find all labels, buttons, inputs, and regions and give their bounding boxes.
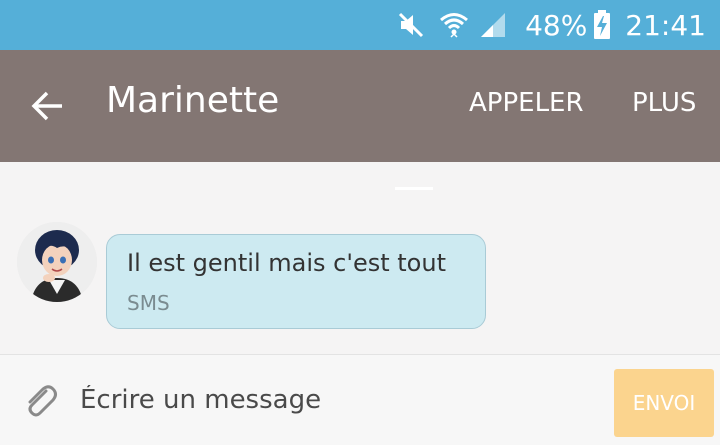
clock: 21:41 bbox=[625, 8, 706, 42]
wifi-icon bbox=[439, 10, 469, 40]
arrow-left-icon bbox=[30, 88, 66, 128]
more-button[interactable]: PLUS bbox=[632, 88, 696, 118]
signal-icon bbox=[479, 11, 507, 39]
message-text: Il est gentil mais c'est tout bbox=[127, 249, 446, 277]
drag-handle[interactable] bbox=[395, 187, 433, 190]
mute-icon bbox=[397, 11, 425, 39]
call-button[interactable]: APPELER bbox=[469, 88, 584, 118]
avatar[interactable] bbox=[17, 222, 97, 302]
back-button[interactable] bbox=[26, 86, 70, 130]
app-bar: Marinette APPELER PLUS bbox=[0, 50, 720, 162]
attach-button[interactable] bbox=[18, 381, 62, 425]
conversation-area[interactable]: Il est gentil mais c'est tout SMS bbox=[0, 162, 720, 354]
send-button[interactable]: ENVOI bbox=[614, 369, 714, 437]
paperclip-icon bbox=[20, 381, 60, 425]
composer: ENVOI bbox=[0, 354, 720, 445]
message-bubble[interactable]: Il est gentil mais c'est tout SMS bbox=[106, 234, 486, 329]
battery-charging-icon bbox=[593, 10, 611, 40]
battery-percent: 48% bbox=[525, 8, 588, 42]
message-input[interactable] bbox=[78, 371, 602, 429]
message-type-label: SMS bbox=[127, 291, 170, 315]
status-icons: 48% 21:41 bbox=[397, 0, 706, 50]
contact-name: Marinette bbox=[106, 80, 280, 121]
status-bar: 48% 21:41 bbox=[0, 0, 720, 50]
